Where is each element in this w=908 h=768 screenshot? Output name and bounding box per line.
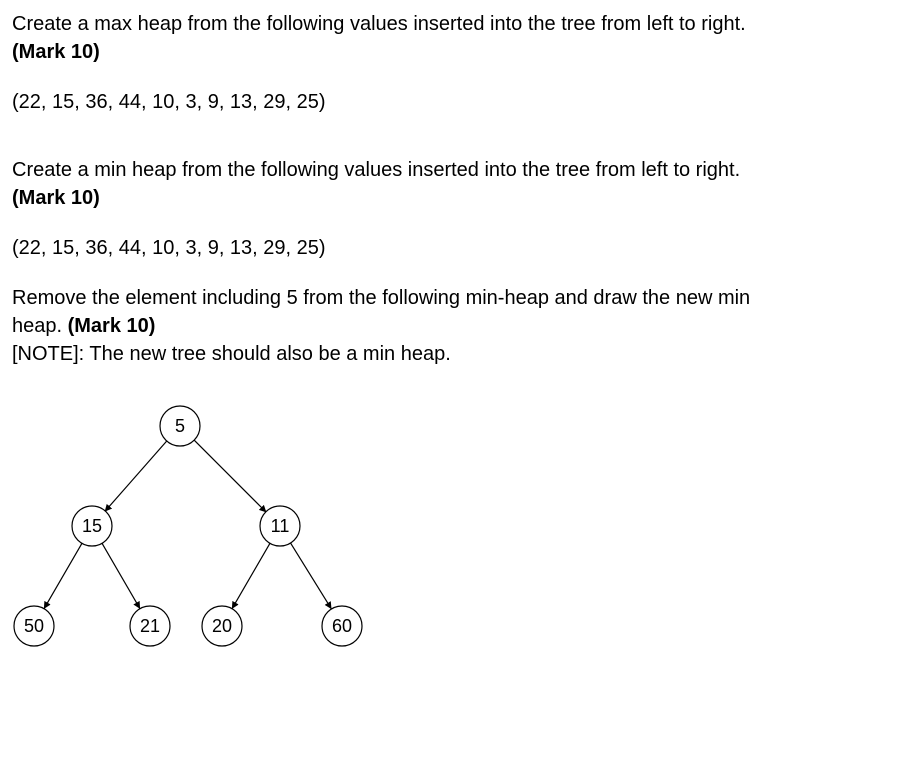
q2-prompt-text: Create a min heap from the following val… <box>12 159 740 181</box>
tree-node-l: 15 <box>72 506 112 546</box>
q1-mark-label: (Mark 10) <box>12 41 100 63</box>
q2-mark-label: (Mark 10) <box>12 187 100 209</box>
min-heap-tree: 5 15 11 50 21 20 60 <box>12 396 412 676</box>
tree-node-l-value: 15 <box>82 516 102 536</box>
tree-node-r: 11 <box>260 506 300 546</box>
tree-node-lr-value: 21 <box>140 616 160 636</box>
edge-root-l <box>105 440 168 511</box>
tree-node-root: 5 <box>160 406 200 446</box>
q3-mark-label: (Mark 10) <box>68 315 156 337</box>
q2-prompt-block: Create a min heap from the following val… <box>12 156 896 212</box>
q3-note: [NOTE]: The new tree should also be a mi… <box>12 343 451 365</box>
q1-values: (22, 15, 36, 44, 10, 3, 9, 13, 29, 25) <box>12 88 896 116</box>
tree-node-root-value: 5 <box>175 416 185 436</box>
edge-r-rl <box>232 543 270 609</box>
q2-values: (22, 15, 36, 44, 10, 3, 9, 13, 29, 25) <box>12 234 896 262</box>
tree-node-rr: 60 <box>322 606 362 646</box>
tree-node-ll-value: 50 <box>24 616 44 636</box>
edge-l-ll <box>44 543 82 609</box>
q1-prompt-block: Create a max heap from the following val… <box>12 10 896 66</box>
edge-root-r <box>194 440 267 513</box>
q3-line2-prefix: heap. <box>12 315 68 337</box>
q3-line1: Remove the element including 5 from the … <box>12 287 750 309</box>
tree-node-rr-value: 60 <box>332 616 352 636</box>
tree-node-rl-value: 20 <box>212 616 232 636</box>
tree-node-lr: 21 <box>130 606 170 646</box>
q3-prompt-block: Remove the element including 5 from the … <box>12 284 896 368</box>
edge-l-lr <box>102 543 140 609</box>
q1-prompt-text: Create a max heap from the following val… <box>12 13 746 35</box>
tree-node-rl: 20 <box>202 606 242 646</box>
tree-node-ll: 50 <box>14 606 54 646</box>
tree-node-r-value: 11 <box>271 516 290 536</box>
edge-r-rr <box>291 543 332 609</box>
